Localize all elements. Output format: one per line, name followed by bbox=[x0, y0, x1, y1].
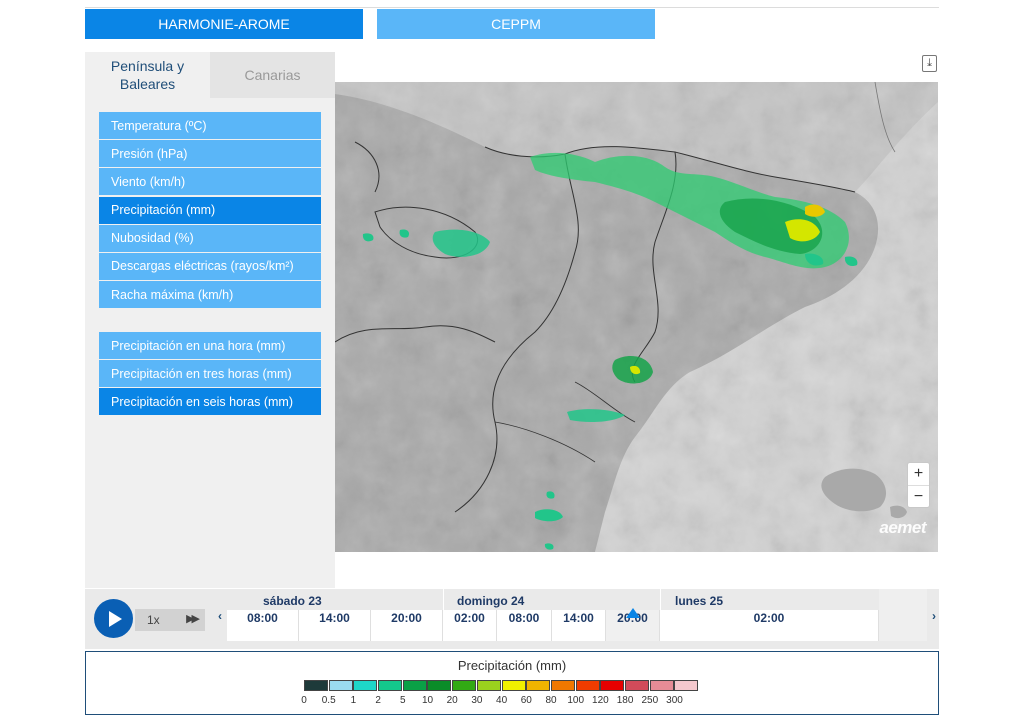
timeline-track: 08:00 14:00 20:00 02:00 08:00 14:00 20:00 02:00… bbox=[227, 589, 879, 641]
variable-item-0[interactable]: Temperatura (ºC) bbox=[99, 112, 321, 139]
speed-value: 1x bbox=[147, 613, 160, 627]
timeline-hour-1[interactable]: 14:00 bbox=[299, 610, 371, 641]
legend-label-12: 120 bbox=[592, 695, 609, 706]
day-separator bbox=[443, 589, 444, 641]
day-label-2: lunes 25 bbox=[675, 594, 724, 608]
variable-list: Temperatura (ºC) Presión (hPa) Viento (km/… bbox=[99, 112, 321, 309]
legend-swatch-14 bbox=[649, 680, 674, 691]
map-canvas bbox=[335, 82, 938, 552]
variable-item-5[interactable]: Descargas eléctricas (rayos/km²) bbox=[99, 252, 321, 280]
variable-item-1[interactable]: Presión (hPa) bbox=[99, 140, 321, 168]
variable-item-2[interactable]: Viento (km/h) bbox=[99, 168, 321, 196]
day-label-1: domingo 24 bbox=[457, 594, 525, 608]
legend-swatch-11 bbox=[575, 680, 600, 691]
legend-swatches bbox=[304, 680, 699, 691]
variable-item-4[interactable]: Nubosidad (%) bbox=[99, 224, 321, 252]
timeline-hour-4[interactable]: 08:00 bbox=[497, 610, 552, 641]
legend-label-9: 60 bbox=[520, 695, 532, 706]
download-icon[interactable]: ⤓ bbox=[922, 55, 937, 72]
legend-title: Precipitación (mm) bbox=[457, 658, 567, 673]
timeline-prev-arrow[interactable]: ‹ bbox=[218, 609, 222, 623]
legend-swatch-2 bbox=[353, 680, 378, 691]
legend-swatch-1 bbox=[328, 680, 353, 691]
accumulation-item-2[interactable]: Precipitación en seis horas (mm) bbox=[99, 388, 321, 416]
zoom-controls: + − bbox=[907, 462, 930, 508]
speed-selector[interactable]: 1x ▶▶ bbox=[135, 609, 205, 631]
hour-row: 08:00 14:00 20:00 02:00 08:00 14:00 20:00 02:00 bbox=[227, 610, 879, 641]
accumulation-item-1[interactable]: Precipitación en tres horas (mm) bbox=[99, 360, 321, 388]
day-separator bbox=[660, 589, 661, 641]
legend-swatch-0 bbox=[304, 680, 328, 691]
play-button[interactable] bbox=[94, 599, 133, 638]
legend-swatch-8 bbox=[501, 680, 526, 691]
day-label-0: sábado 23 bbox=[263, 594, 322, 608]
legend-label-2: 1 bbox=[350, 695, 357, 706]
legend-swatch-12 bbox=[600, 680, 625, 691]
precipitation-legend: Precipitación (mm) 0 0.5 1 2 5 10 20 30 40 60 80 10… bbox=[85, 651, 939, 715]
timeline-hour-3[interactable]: 02:00 bbox=[443, 610, 497, 641]
legend-swatch-7 bbox=[476, 680, 501, 691]
legend-swatch-6 bbox=[452, 680, 477, 691]
legend-label-5: 10 bbox=[421, 695, 434, 706]
timeline-hour-2[interactable]: 20:00 bbox=[371, 610, 443, 641]
legend-label-3: 2 bbox=[375, 695, 381, 706]
zoom-out-button[interactable]: − bbox=[908, 485, 929, 507]
legend-label-4: 5 bbox=[400, 695, 406, 706]
region-tabs: Península y Baleares Canarias bbox=[85, 52, 335, 98]
legend-swatch-4 bbox=[402, 680, 427, 691]
tab-canarias[interactable]: Canarias bbox=[210, 52, 335, 98]
timeline-end bbox=[879, 589, 927, 641]
timeline-hour-7[interactable]: 02:00 bbox=[660, 610, 879, 641]
current-time-marker bbox=[626, 608, 640, 618]
weather-map[interactable]: + − aemet bbox=[335, 82, 938, 552]
accumulation-list: Precipitación en una hora (mm) Precipitac… bbox=[99, 332, 321, 417]
legend-label-15: 300 bbox=[666, 695, 683, 706]
variable-item-3[interactable]: Precipitación (mm) bbox=[99, 196, 321, 224]
legend-swatch-5 bbox=[427, 680, 452, 691]
aemet-logo: aemet bbox=[879, 518, 926, 537]
legend-label-6: 20 bbox=[446, 695, 458, 706]
legend-label-8: 40 bbox=[496, 695, 508, 706]
variable-panel: Península y Baleares Canarias Temperatur… bbox=[85, 52, 335, 588]
tab-ceppm[interactable]: CEPPM bbox=[377, 9, 655, 39]
timeline-hour-0[interactable]: 08:00 bbox=[227, 610, 299, 641]
legend-label-13: 180 bbox=[616, 695, 634, 706]
legend-label-1: 0.5 bbox=[321, 695, 336, 706]
legend-label-7: 30 bbox=[471, 695, 483, 706]
app-root: HARMONIE-AROME CEPPM Península y Baleare… bbox=[0, 0, 1024, 720]
legend-swatch-13 bbox=[624, 680, 649, 691]
legend-label-14: 250 bbox=[641, 695, 659, 706]
fast-forward-icon: ▶▶ bbox=[186, 613, 200, 625]
legend-label-10: 80 bbox=[545, 695, 557, 706]
play-icon bbox=[109, 610, 122, 627]
legend-label-0: 0 bbox=[301, 695, 307, 706]
timeline-bar: 1x ▶▶ ‹ 08:00 14:00 20:00 02:00 08:00 14:00 20… bbox=[85, 589, 939, 649]
model-tabs: HARMONIE-AROME CEPPM bbox=[85, 7, 939, 39]
legend-swatch-9 bbox=[526, 680, 551, 691]
legend-swatch-10 bbox=[550, 680, 575, 691]
variable-item-6[interactable]: Racha máxima (km/h) bbox=[99, 281, 321, 309]
legend-label-11: 100 bbox=[567, 695, 585, 706]
legend-swatch-3 bbox=[378, 680, 403, 691]
legend-swatch-15 bbox=[674, 680, 699, 691]
accumulation-item-0[interactable]: Precipitación en una hora (mm) bbox=[99, 332, 321, 359]
timeline-next-arrow[interactable]: › bbox=[932, 609, 936, 623]
timeline-hour-5[interactable]: 14:00 bbox=[552, 610, 606, 641]
tab-peninsula-baleares[interactable]: Península y Baleares bbox=[85, 52, 210, 98]
legend-labels: 0 0.5 1 2 5 10 20 30 40 60 80 100 120 180 250 300 bbox=[86, 695, 938, 709]
zoom-in-button[interactable]: + bbox=[908, 463, 929, 485]
tab-harmonie-arome[interactable]: HARMONIE-AROME bbox=[85, 9, 363, 39]
